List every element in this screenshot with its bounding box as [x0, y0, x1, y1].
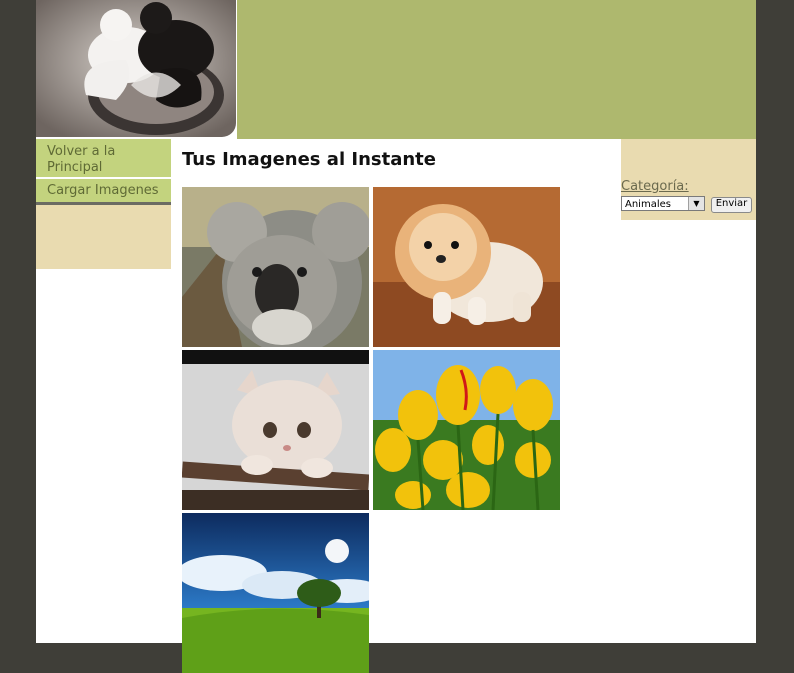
page-title: Tus Imagenes al Instante — [182, 149, 436, 170]
category-select[interactable]: Animales ▼ — [621, 196, 705, 211]
left-sidebar: Volver a la Principal Cargar Imagenes — [36, 139, 171, 269]
gallery-image-koala[interactable] — [182, 187, 369, 347]
site-logo — [36, 0, 237, 139]
site-header — [36, 0, 756, 139]
gallery-image-landscape[interactable] — [182, 513, 369, 673]
category-label[interactable]: Categoría: — [621, 179, 689, 194]
right-sidebar: Categoría: Animales ▼ Enviar — [621, 139, 756, 220]
gallery-image-tulips[interactable] — [373, 350, 560, 510]
submit-button[interactable]: Enviar — [711, 197, 752, 213]
gallery-image-puppy[interactable] — [373, 187, 560, 347]
nav-upload-images[interactable]: Cargar Imagenes — [36, 179, 171, 205]
cats-banner-image — [36, 0, 236, 137]
chevron-down-icon[interactable]: ▼ — [688, 197, 704, 210]
category-selected-value: Animales — [625, 199, 671, 210]
nav-back-to-main[interactable]: Volver a la Principal — [36, 139, 171, 179]
main-content: Tus Imagenes al Instante — [182, 139, 622, 673]
gallery-image-kitten[interactable] — [182, 350, 369, 510]
page-container: Volver a la Principal Cargar Imagenes Tu… — [36, 0, 756, 673]
